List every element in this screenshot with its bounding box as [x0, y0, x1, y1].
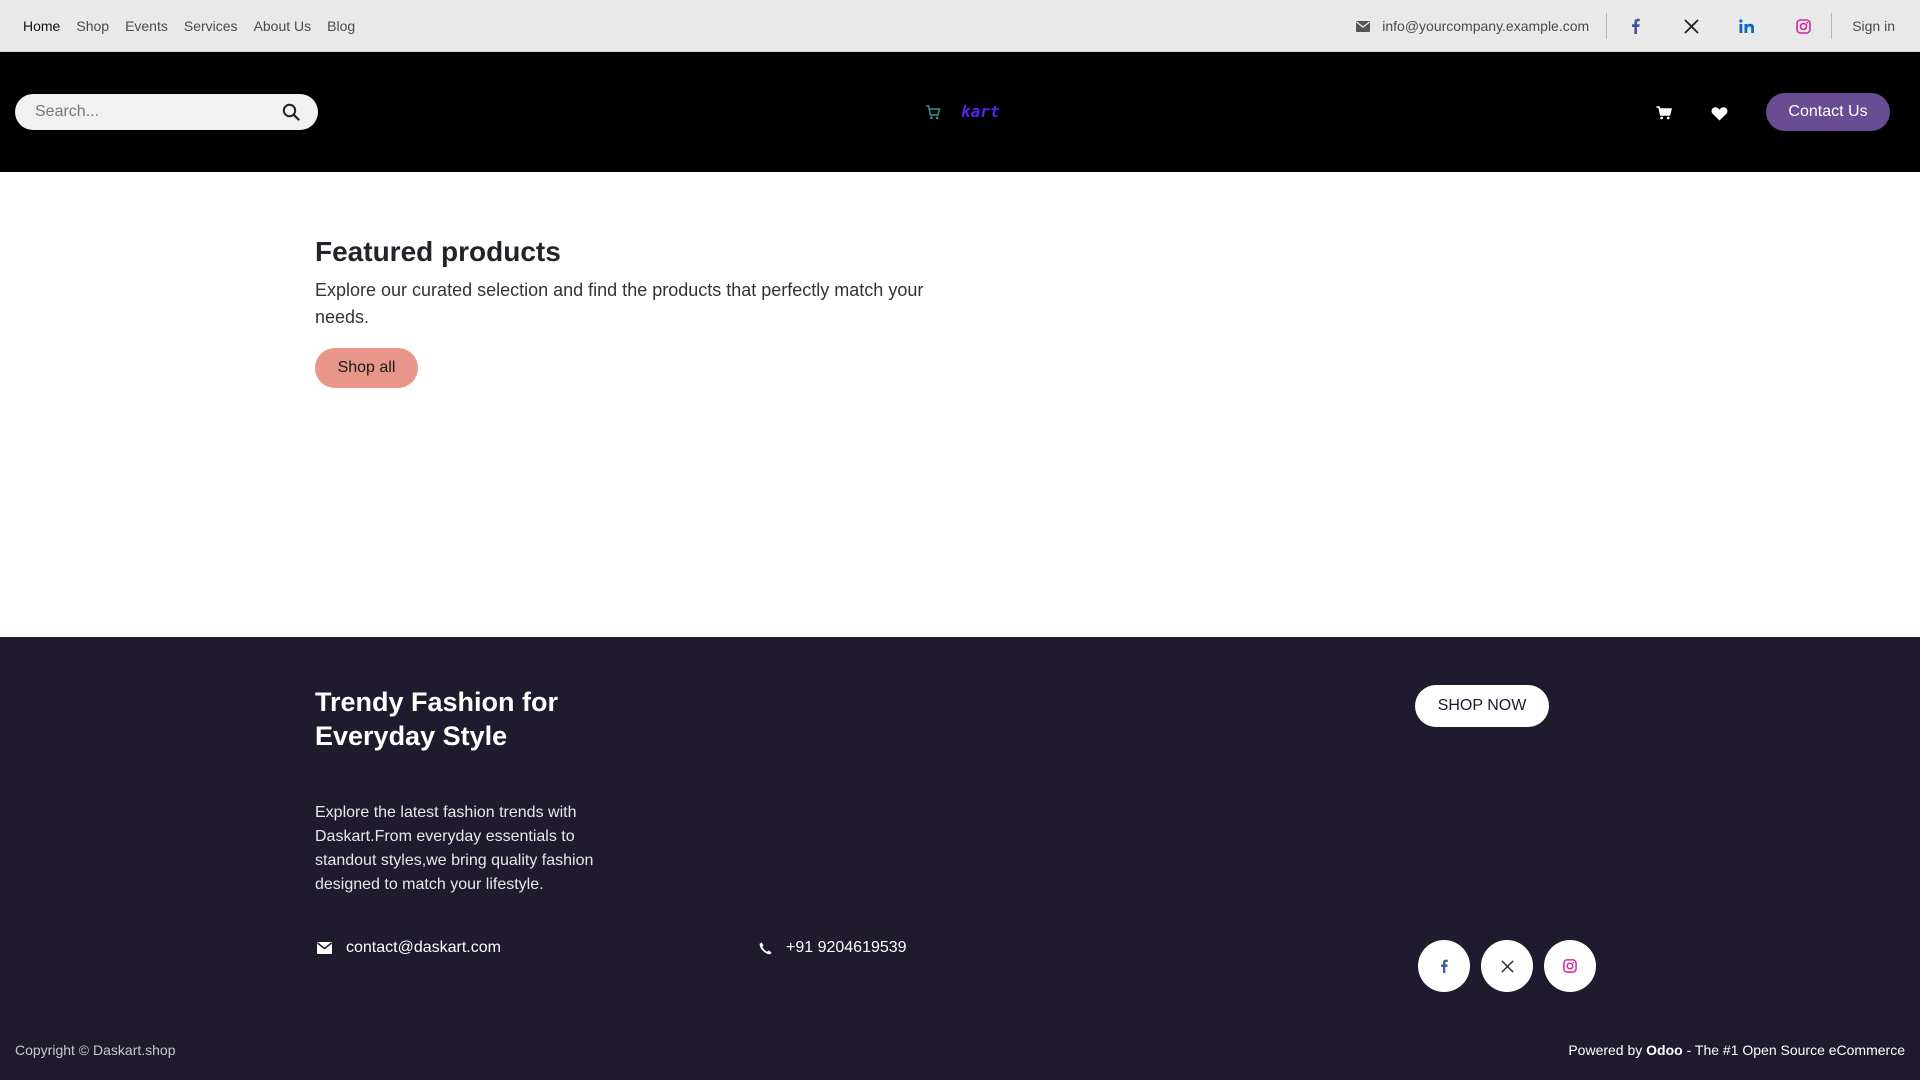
powered-by: Powered by Odoo - The #1 Open Source eCo…	[1568, 1042, 1905, 1058]
facebook-link[interactable]	[1607, 0, 1663, 52]
top-socials	[1607, 0, 1831, 52]
x-icon	[1500, 959, 1514, 973]
logo-text: kart	[961, 102, 1000, 121]
linkedin-link[interactable]	[1719, 0, 1775, 52]
site-logo[interactable]: kart	[925, 102, 1000, 121]
footer-phone-text: +91 9204619539	[786, 939, 907, 956]
x-icon	[1684, 18, 1699, 34]
search-icon[interactable]	[282, 103, 300, 121]
top-email[interactable]: info@yourcompany.example.com	[1356, 18, 1606, 34]
cart-button[interactable]	[1653, 102, 1675, 124]
footer-instagram-link[interactable]	[1544, 940, 1596, 992]
featured-title: Featured products	[315, 236, 561, 267]
top-bar: Home Shop Events Services About Us Blog …	[0, 0, 1920, 52]
instagram-icon	[1795, 18, 1811, 34]
footer-title: Trendy Fashion for Everyday Style	[315, 687, 559, 751]
featured-description: Explore our curated selection and find t…	[315, 280, 924, 327]
nav-shop[interactable]: Shop	[76, 18, 109, 34]
facebook-icon	[1440, 959, 1448, 973]
search-bar	[15, 94, 318, 130]
footer-facebook-link[interactable]	[1418, 940, 1470, 992]
nav-home[interactable]: Home	[23, 18, 60, 34]
contact-us-button[interactable]: Contact Us	[1766, 93, 1890, 131]
footer-email[interactable]: contact@daskart.com	[317, 939, 501, 957]
nav-services[interactable]: Services	[184, 18, 238, 34]
top-email-text: info@yourcompany.example.com	[1382, 18, 1590, 34]
footer-description: Explore the latest fashion trends with D…	[315, 804, 594, 893]
top-right-area: info@yourcompany.example.com Sign in	[1356, 0, 1920, 52]
x-link[interactable]	[1663, 0, 1719, 52]
wishlist-button[interactable]	[1708, 102, 1730, 124]
nav-blog[interactable]: Blog	[327, 18, 355, 34]
shop-now-button[interactable]: SHOP NOW	[1415, 685, 1549, 727]
instagram-icon	[1563, 959, 1577, 973]
powered-suffix: - The #1 Open Source eCommerce	[1686, 1042, 1905, 1058]
odoo-link[interactable]: Odoo	[1646, 1042, 1683, 1058]
nav-events[interactable]: Events	[125, 18, 168, 34]
powered-prefix: Powered by	[1568, 1042, 1643, 1058]
copyright-text: Copyright © Daskart.shop	[15, 1042, 176, 1058]
shopping-cart-icon	[926, 104, 941, 119]
search-input[interactable]	[15, 103, 265, 121]
sign-in-link[interactable]: Sign in	[1832, 18, 1920, 34]
footer-phone[interactable]: +91 9204619539	[759, 939, 907, 957]
shop-all-button[interactable]: Shop all	[315, 348, 418, 388]
envelope-icon	[1356, 20, 1371, 32]
envelope-icon	[317, 942, 332, 954]
footer-email-text: contact@daskart.com	[346, 939, 501, 956]
site-header: kart Contact Us	[0, 52, 1920, 172]
linkedin-icon	[1739, 19, 1755, 33]
main-nav: Home Shop Events Services About Us Blog	[23, 0, 355, 52]
cart-icon	[1656, 106, 1672, 120]
phone-icon	[759, 942, 772, 954]
heart-icon	[1711, 106, 1727, 120]
nav-about-us[interactable]: About Us	[254, 18, 312, 34]
footer-x-link[interactable]	[1481, 940, 1533, 992]
site-footer: Trendy Fashion for Everyday Style Explor…	[0, 637, 1920, 1080]
facebook-icon	[1631, 18, 1640, 34]
instagram-link[interactable]	[1775, 0, 1831, 52]
